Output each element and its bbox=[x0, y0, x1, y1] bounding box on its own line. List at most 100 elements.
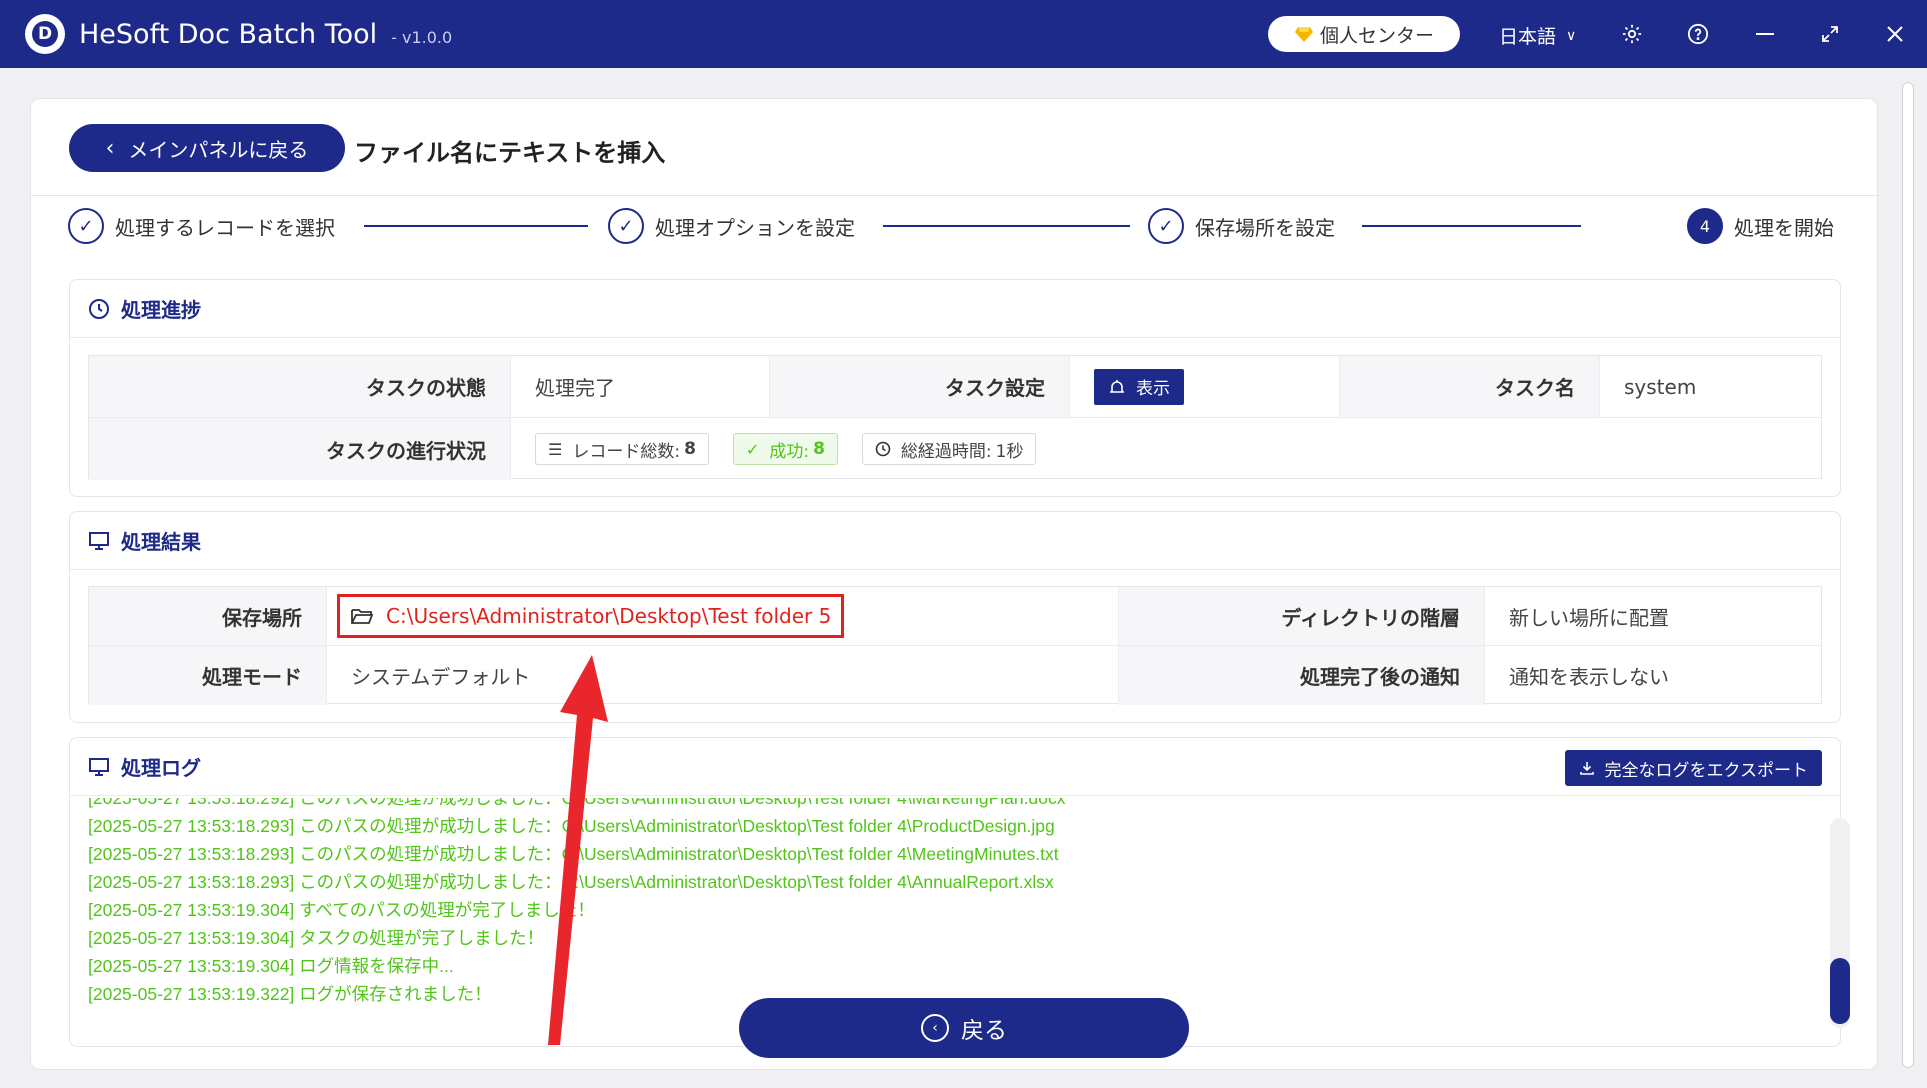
log-line: [2025-05-27 13:53:18.292] このパスの処理が成功しました… bbox=[88, 798, 1065, 812]
check-icon: ✓ bbox=[1148, 208, 1184, 244]
minimize-icon[interactable] bbox=[1751, 20, 1779, 48]
save-location-path: C:\Users\Administrator\Desktop\Test fold… bbox=[386, 604, 831, 628]
task-settings-label: タスク設定 bbox=[770, 356, 1070, 418]
gem-icon bbox=[1294, 24, 1314, 44]
back-to-main-label: メインパネルに戻る bbox=[128, 134, 308, 163]
show-settings-label: 表示 bbox=[1136, 374, 1170, 399]
language-select[interactable]: 日本語 ∨ bbox=[1499, 22, 1576, 49]
close-icon[interactable] bbox=[1881, 20, 1909, 48]
check-circle-icon: ✓ bbox=[746, 440, 759, 459]
step-label: 処理を開始 bbox=[1734, 212, 1834, 241]
main-panel: ‹ メインパネルに戻る ファイル名にテキストを挿入 ✓ 処理するレコードを選択 … bbox=[30, 98, 1878, 1070]
elapsed-time-value: 1秒 bbox=[996, 437, 1024, 462]
return-label: 戻る bbox=[961, 1011, 1007, 1045]
chevron-down-icon: ∨ bbox=[1566, 28, 1576, 44]
completion-notify-value: 通知を表示しない bbox=[1485, 646, 1823, 705]
total-records-value: 8 bbox=[684, 439, 696, 459]
log-line: [2025-05-27 13:53:19.304] タスクの処理が完了しました！ bbox=[88, 924, 1059, 952]
result-section: 処理結果 保存場所 C:\Users\Administrator\Desktop… bbox=[69, 511, 1841, 723]
elapsed-time-label: 総経過時間: bbox=[901, 437, 992, 462]
step-connector bbox=[883, 225, 1130, 227]
app-title: HeSoft Doc Batch Tool bbox=[79, 19, 377, 50]
directory-level-value: 新しい場所に配置 bbox=[1485, 587, 1823, 646]
divider bbox=[31, 195, 1879, 196]
window-scrollbar-thumb[interactable] bbox=[1902, 82, 1914, 1068]
log-scrollbar-thumb[interactable] bbox=[1830, 958, 1850, 1024]
monitor-icon bbox=[88, 756, 110, 778]
step-connector bbox=[1362, 225, 1581, 227]
save-location-label: 保存場所 bbox=[89, 587, 327, 646]
task-status-label: タスクの状態 bbox=[89, 356, 511, 418]
app-logo: D bbox=[25, 14, 65, 54]
log-output[interactable]: [2025-05-27 13:53:18.292] このパスの処理が成功しました… bbox=[88, 798, 1798, 1026]
back-to-main-button[interactable]: ‹ メインパネルに戻る bbox=[69, 124, 345, 172]
step-connector bbox=[364, 225, 588, 227]
task-name-label: タスク名 bbox=[1340, 356, 1600, 418]
log-line: [2025-05-27 13:53:19.304] ログ情報を保存中... bbox=[88, 952, 1059, 980]
processing-mode-value: システムデフォルト bbox=[327, 646, 1119, 705]
monitor-icon bbox=[88, 530, 110, 552]
task-name-value: system bbox=[1600, 356, 1823, 418]
total-records-badge: ☰ レコード総数: 8 bbox=[535, 433, 709, 465]
task-settings-cell: 表示 bbox=[1070, 356, 1340, 418]
step-label: 保存場所を設定 bbox=[1195, 212, 1335, 241]
check-icon: ✓ bbox=[68, 208, 104, 244]
result-title: 処理結果 bbox=[121, 526, 201, 555]
clock-icon bbox=[875, 441, 891, 457]
task-status-value: 処理完了 bbox=[511, 356, 770, 418]
clock-icon bbox=[88, 298, 110, 320]
result-header: 処理結果 bbox=[70, 512, 1840, 570]
progress-title: 処理進捗 bbox=[121, 294, 201, 323]
log-line: [2025-05-27 13:53:18.293] このパスの処理が成功しました… bbox=[88, 840, 1059, 868]
directory-level-label: ディレクトリの階層 bbox=[1119, 587, 1485, 646]
save-location-link[interactable]: C:\Users\Administrator\Desktop\Test fold… bbox=[337, 594, 844, 638]
user-center-button[interactable]: 個人センター bbox=[1268, 16, 1460, 52]
task-progress-label: タスクの進行状況 bbox=[89, 418, 511, 480]
language-label: 日本語 bbox=[1499, 22, 1556, 49]
export-log-button[interactable]: 完全なログをエクスポート bbox=[1565, 750, 1823, 786]
processing-mode-label: 処理モード bbox=[89, 646, 327, 705]
task-progress-badges: ☰ レコード総数: 8 ✓ 成功: 8 総経過時間: 1秒 bbox=[511, 418, 1823, 480]
progress-section: 処理進捗 タスクの状態 処理完了 タスク設定 表示 タスク名 system タス… bbox=[69, 279, 1841, 497]
download-icon bbox=[1579, 760, 1595, 776]
user-center-label: 個人センター bbox=[1320, 21, 1434, 48]
show-settings-button[interactable]: 表示 bbox=[1094, 369, 1184, 405]
success-label: 成功: bbox=[769, 437, 809, 462]
alarm-icon bbox=[1108, 378, 1126, 396]
page-title: ファイル名にテキストを挿入 bbox=[354, 133, 665, 168]
step-label: 処理オプションを設定 bbox=[655, 212, 855, 241]
progress-header: 処理進捗 bbox=[70, 280, 1840, 338]
step-start-processing[interactable]: 4 処理を開始 bbox=[1687, 208, 1834, 244]
log-scrollbar-track[interactable] bbox=[1830, 818, 1850, 1028]
success-value: 8 bbox=[813, 439, 825, 459]
app-version: - v1.0.0 bbox=[391, 28, 452, 47]
log-line: [2025-05-27 13:53:19.304] すべてのパスの処理が完了しま… bbox=[88, 896, 1059, 924]
settings-gear-icon[interactable] bbox=[1618, 20, 1646, 48]
step-set-options[interactable]: ✓ 処理オプションを設定 bbox=[608, 208, 855, 244]
export-log-label: 完全なログをエクスポート bbox=[1605, 756, 1809, 781]
step-number-badge: 4 bbox=[1687, 208, 1723, 244]
step-label: 処理するレコードを選択 bbox=[115, 212, 335, 241]
elapsed-time-badge: 総経過時間: 1秒 bbox=[862, 433, 1037, 465]
maximize-icon[interactable] bbox=[1816, 20, 1844, 48]
log-title: 処理ログ bbox=[121, 752, 201, 781]
progress-table: タスクの状態 処理完了 タスク設定 表示 タスク名 system タスクの進行状… bbox=[88, 355, 1822, 479]
result-table: 保存場所 C:\Users\Administrator\Desktop\Test… bbox=[88, 586, 1822, 704]
total-records-label: レコード総数: bbox=[572, 437, 680, 462]
save-location-cell: C:\Users\Administrator\Desktop\Test fold… bbox=[327, 587, 1119, 646]
completion-notify-label: 処理完了後の通知 bbox=[1119, 646, 1485, 705]
list-icon: ☰ bbox=[548, 440, 562, 459]
chevron-left-icon: ‹ bbox=[106, 136, 115, 161]
back-circle-icon: ‹ bbox=[921, 1014, 949, 1042]
success-badge: ✓ 成功: 8 bbox=[733, 433, 838, 465]
title-bar: D HeSoft Doc Batch Tool - v1.0.0 個人センター … bbox=[0, 0, 1927, 68]
log-line: [2025-05-27 13:53:18.293] このパスの処理が成功しました… bbox=[88, 868, 1059, 896]
app-logo-letter: D bbox=[32, 21, 58, 47]
help-icon[interactable] bbox=[1684, 20, 1712, 48]
folder-open-icon bbox=[350, 606, 374, 626]
step-save-location[interactable]: ✓ 保存場所を設定 bbox=[1148, 208, 1335, 244]
check-icon: ✓ bbox=[608, 208, 644, 244]
log-line: [2025-05-27 13:53:18.293] このパスの処理が成功しました… bbox=[88, 812, 1059, 840]
return-button[interactable]: ‹ 戻る bbox=[739, 998, 1189, 1058]
step-select-records[interactable]: ✓ 処理するレコードを選択 bbox=[68, 208, 335, 244]
